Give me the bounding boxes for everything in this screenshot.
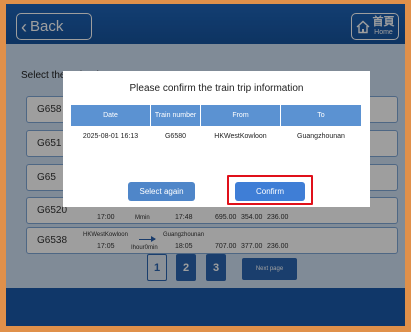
cell-date: 2025-08-01 16:13 xyxy=(71,126,151,147)
column-header-to: To xyxy=(317,112,325,119)
highlight-box xyxy=(227,175,313,205)
cell-train-number: G6580 xyxy=(151,126,201,147)
select-again-button[interactable]: Select again xyxy=(128,182,195,201)
kiosk-screen: ‹ Back 首頁 Home Select the train trip： G6… xyxy=(6,4,405,326)
cell-to: Guangzhounan xyxy=(297,133,345,140)
column-header-date: Date xyxy=(71,105,151,126)
column-header-train-number: Train number xyxy=(151,105,201,126)
dialog-title: Please confirm the train trip informatio… xyxy=(129,83,304,94)
confirm-dialog: Please confirm the train trip informatio… xyxy=(63,71,370,207)
table-row: 2025-08-01 16:13 G6580 HKWestKowloon Gua… xyxy=(71,126,361,147)
trip-info-table: Date Train number From To 2025-08-01 16:… xyxy=(71,105,361,147)
column-header-from: From xyxy=(201,105,281,126)
cell-from: HKWestKowloon xyxy=(201,126,281,147)
table-header: Date Train number From To xyxy=(71,105,361,126)
